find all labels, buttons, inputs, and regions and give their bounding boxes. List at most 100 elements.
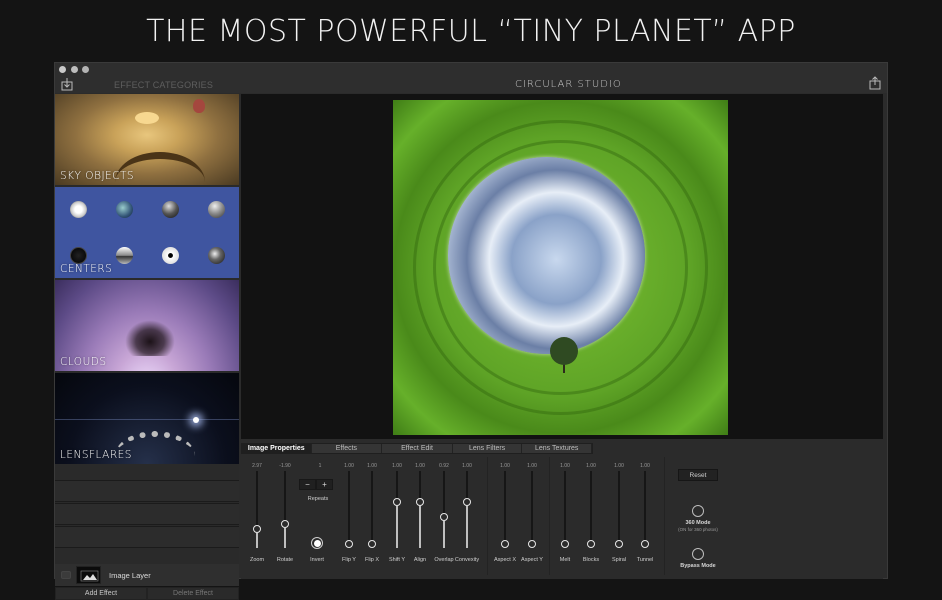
slider-value: 1.00 (462, 463, 472, 469)
preview-canvas (241, 94, 883, 439)
layer-slot-empty[interactable] (55, 503, 239, 525)
flare-streak-graphic (55, 419, 239, 420)
slider-knob[interactable] (587, 540, 595, 548)
properties-panel: Image Properties Effects Effect Edit Len… (241, 441, 883, 579)
slider-tunnel[interactable]: 1.00 Tunnel (630, 457, 660, 577)
slider-fill (443, 521, 445, 548)
slider-track[interactable] (644, 471, 646, 548)
slider-knob[interactable] (528, 540, 536, 548)
minimize-window-button[interactable] (71, 66, 78, 73)
slider-knob[interactable] (615, 540, 623, 548)
effect-categories-label: EFFECT CATEGORIES (114, 80, 214, 90)
repeats-stepper[interactable]: − + (299, 479, 333, 490)
tab-lens-textures[interactable]: Lens Textures (522, 444, 593, 453)
slider-knob[interactable] (345, 540, 353, 548)
category-clouds[interactable]: CLOUDS (55, 280, 239, 371)
slider-value: 2.97 (252, 463, 262, 469)
sky-orb (448, 157, 645, 354)
chrome-center-thumb (115, 246, 133, 264)
zoom-window-button[interactable] (82, 66, 89, 73)
repeats-decrement-button[interactable]: − (299, 479, 316, 490)
close-window-button[interactable] (59, 66, 66, 73)
slider-fill (284, 527, 286, 548)
metal-ball-center-thumb (161, 201, 179, 219)
category-label: SKY OBJECTS (60, 170, 135, 182)
slider-value: -1.90 (279, 463, 291, 469)
clock-center-thumb (69, 201, 87, 219)
category-sky-objects[interactable]: SKY OBJECTS (55, 94, 239, 185)
slider-knob[interactable] (463, 497, 471, 506)
slider-track[interactable] (590, 471, 592, 548)
tree-graphic (125, 320, 175, 356)
import-icon[interactable] (61, 78, 73, 91)
slider-knob[interactable] (440, 513, 448, 522)
slider-track[interactable] (504, 471, 506, 548)
repeats-increment-button[interactable]: + (316, 479, 333, 490)
eye-icon[interactable] (61, 571, 71, 579)
slider-fill (256, 532, 258, 548)
slider-knob[interactable] (281, 519, 289, 528)
title-bar: EFFECT CATEGORIES CIRCULAR STUDIO (55, 63, 887, 93)
sun-graphic (135, 112, 159, 124)
layer-name: Image Layer (109, 570, 151, 580)
repeats-value: 1 (318, 463, 322, 469)
slider-knob[interactable] (501, 540, 509, 548)
slider-track[interactable] (348, 471, 350, 548)
slider-track[interactable] (531, 471, 533, 548)
tab-effect-edit[interactable]: Effect Edit (382, 444, 453, 453)
flare-light-graphic (193, 417, 199, 423)
tab-lens-filters[interactable]: Lens Filters (453, 444, 523, 453)
slider-knob[interactable] (368, 540, 376, 548)
slider-rotate[interactable]: -1.90 Rotate (270, 457, 300, 577)
slider-value: 1.00 (500, 463, 510, 469)
tiny-planet-preview-image (393, 100, 728, 435)
invert-toggle[interactable] (311, 537, 323, 549)
disc-center-thumb (161, 246, 179, 264)
category-label: LENSFLARES (60, 449, 132, 461)
slider-track[interactable] (618, 471, 620, 548)
slider-value: 1.00 (586, 463, 596, 469)
effect-categories-sidebar: SKY OBJECTS CENTERS CLOUDS LENSFLARES Im… (55, 94, 239, 600)
slider-convexity[interactable]: 1.00 Convexity (452, 457, 482, 577)
layer-slot-empty[interactable] (55, 480, 239, 502)
slider-aspect-y[interactable]: 1.00 Aspect Y (517, 457, 547, 577)
category-lensflares[interactable]: LENSFLARES (55, 373, 239, 464)
balloon-graphic (193, 99, 205, 113)
layer-row-image[interactable]: Image Layer (55, 564, 239, 586)
image-thumbnail-icon (76, 566, 101, 584)
slider-fill (419, 505, 421, 548)
category-centers[interactable]: CENTERS (55, 187, 239, 278)
slider-label: Rotate (276, 557, 294, 563)
tab-image-properties[interactable]: Image Properties (242, 444, 312, 453)
tab-effects[interactable]: Effects (312, 444, 383, 453)
slider-knob[interactable] (561, 540, 569, 548)
app-window: EFFECT CATEGORIES CIRCULAR STUDIO SKY OB… (54, 62, 888, 600)
slider-fill (396, 505, 398, 548)
360-mode-toggle[interactable] (692, 505, 704, 517)
slider-fill (466, 505, 468, 548)
mesh-center-thumb (69, 246, 87, 264)
geodesic-center-thumb (207, 201, 225, 219)
reset-button[interactable]: Reset (678, 469, 718, 481)
promo-headline: THE MOST POWERFUL “TINY PLANET” APP (146, 14, 796, 49)
slider-knob[interactable] (253, 524, 261, 533)
slider-knob[interactable] (393, 497, 401, 506)
bypass-mode-toggle[interactable] (692, 548, 704, 560)
category-label: CENTERS (60, 263, 113, 275)
category-label: CLOUDS (60, 356, 107, 368)
slider-value: 1.00 (640, 463, 650, 469)
slider-controls: 1 − + Repeats Invert Reset 360 Mode (ON … (241, 457, 883, 577)
tab-bar: Image Properties Effects Effect Edit Len… (241, 443, 593, 454)
disco-center-thumb (207, 246, 225, 264)
360-mode-hint: (ON for 360 photos) (678, 527, 718, 532)
slider-knob[interactable] (416, 497, 424, 506)
share-icon[interactable] (869, 76, 881, 90)
slider-knob[interactable] (641, 540, 649, 548)
layer-slot-empty[interactable] (55, 526, 239, 548)
slider-value: 1.00 (527, 463, 537, 469)
slider-track[interactable] (564, 471, 566, 548)
invert-selected-dot (313, 539, 321, 547)
tree-canopy (550, 337, 578, 365)
bypass-mode-label: Bypass Mode (680, 563, 716, 569)
slider-track[interactable] (371, 471, 373, 548)
